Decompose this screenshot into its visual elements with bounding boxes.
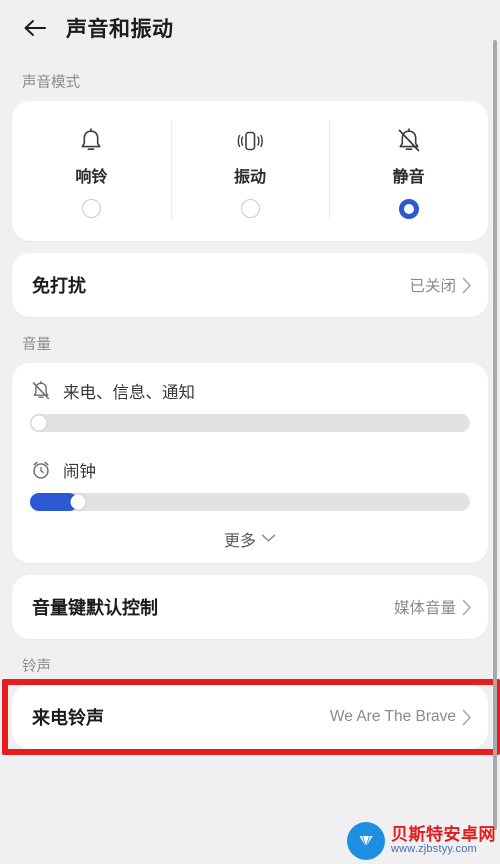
volume-slider-alarm-header: 闹钟 xyxy=(30,458,470,482)
back-arrow-icon[interactable] xyxy=(20,13,50,43)
ringtone-section-label: 铃声 xyxy=(22,659,51,675)
site-watermark: 贝斯特安卓网 www.zjbstyy.com xyxy=(347,822,496,860)
vertical-scrollbar[interactable] xyxy=(493,40,497,830)
watermark-url: www.zjbstyy.com xyxy=(391,843,477,856)
sound-mode-ring-label: 响铃 xyxy=(75,169,108,186)
volume-slider-calls-label: 来电、信息、通知 xyxy=(63,384,195,402)
sound-mode-vibrate-radio[interactable] xyxy=(240,199,260,218)
volume-slider-alarm-label: 闹钟 xyxy=(63,463,96,481)
volume-slider-calls[interactable] xyxy=(30,414,470,432)
bell-icon xyxy=(78,124,104,158)
watermark-text: 贝斯特安卓网 www.zjbstyy.com xyxy=(391,826,496,855)
volume-slider-calls-header: 来电、信息、通知 xyxy=(30,379,470,403)
sound-mode-silent-label: 静音 xyxy=(392,168,425,186)
sound-mode-vibrate-label: 振动 xyxy=(234,169,267,186)
volume-key-title: 音量键默认控制 xyxy=(32,598,158,618)
volume-slider-alarm-block: 闹钟 xyxy=(30,458,470,515)
dnd-title: 免打扰 xyxy=(32,276,86,296)
sound-mode-ring[interactable]: 响铃 xyxy=(12,101,171,241)
chevron-right-icon xyxy=(462,277,472,294)
chevron-right-icon xyxy=(462,709,472,726)
ringtone-value: We Are The Brave xyxy=(329,708,456,725)
settings-screen: 声音和振动 声音模式 响铃 振动 静音 免打扰 已关闭 音量 来电、信息、通知 … xyxy=(0,0,500,864)
page-title: 声音和振动 xyxy=(66,17,174,41)
sound-mode-section-label: 声音模式 xyxy=(22,75,80,91)
sound-mode-options: 响铃 振动 静音 xyxy=(12,101,488,241)
sound-mode-silent[interactable]: 静音 xyxy=(329,101,488,241)
watermark-logo-icon xyxy=(347,822,385,860)
sound-mode-card: 响铃 振动 静音 xyxy=(12,101,488,241)
chevron-down-icon xyxy=(261,530,276,548)
volume-key-value: 媒体音量 xyxy=(393,600,456,617)
ringtone-highlight-wrap: 来电铃声 We Are The Brave xyxy=(2,679,500,755)
volume-slider-calls-block: 来电、信息、通知 xyxy=(30,379,470,436)
dnd-value: 已关闭 xyxy=(409,278,456,295)
alarm-clock-icon xyxy=(30,459,52,481)
volume-key-card: 音量键默认控制 媒体音量 xyxy=(12,575,488,639)
sound-mode-vibrate[interactable]: 振动 xyxy=(170,101,330,241)
vibrate-icon xyxy=(235,124,265,158)
app-header: 声音和振动 xyxy=(0,0,500,55)
volume-section-label: 音量 xyxy=(22,337,51,353)
bell-off-icon xyxy=(30,380,52,402)
watermark-name: 贝斯特安卓网 xyxy=(391,825,496,845)
dnd-row[interactable]: 免打扰 已关闭 xyxy=(12,253,488,317)
bell-off-icon xyxy=(395,124,423,158)
ringtone-row[interactable]: 来电铃声 We Are The Brave xyxy=(12,685,488,749)
volume-key-row[interactable]: 音量键默认控制 媒体音量 xyxy=(12,575,488,639)
more-button[interactable]: 更多 xyxy=(30,515,470,563)
sound-mode-ring-radio[interactable] xyxy=(81,199,101,218)
chevron-right-icon xyxy=(462,599,472,616)
dnd-card: 免打扰 已关闭 xyxy=(12,253,488,317)
sound-mode-silent-radio[interactable] xyxy=(398,198,419,219)
volume-slider-alarm[interactable] xyxy=(30,493,470,511)
more-label: 更多 xyxy=(223,533,256,550)
ringtone-title: 来电铃声 xyxy=(32,708,104,728)
volume-card: 来电、信息、通知 闹钟 更多 xyxy=(12,363,488,563)
ringtone-card: 来电铃声 We Are The Brave xyxy=(12,685,488,749)
